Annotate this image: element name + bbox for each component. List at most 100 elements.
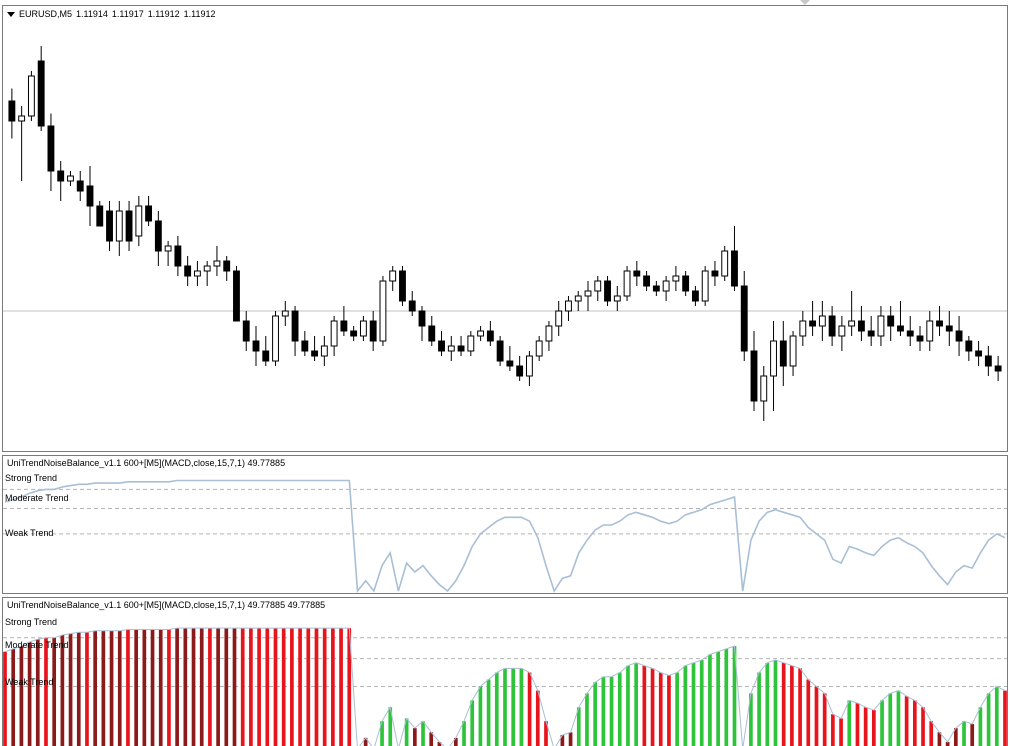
indicator-histogram-pane[interactable]: UniTrendNoiseBalance_v1.1 600+[M5](MACD,… xyxy=(2,597,1008,746)
candle-body xyxy=(994,365,1002,372)
candle-body xyxy=(731,250,738,287)
candle-body xyxy=(301,340,309,352)
candle-body xyxy=(125,210,133,242)
candle-body xyxy=(545,325,553,342)
candle-body xyxy=(897,325,904,332)
high-price: 1.11917 xyxy=(111,9,144,19)
indicator-line-chart[interactable] xyxy=(3,456,1007,593)
candle-body xyxy=(672,275,680,282)
candle-body xyxy=(164,245,172,252)
candle-body xyxy=(428,325,436,342)
candle-body xyxy=(799,320,807,337)
chart-title: EURUSD,M5 1.11914 1.11917 1.11912 1.11912 xyxy=(7,9,220,19)
indicator-line-pane[interactable]: UniTrendNoiseBalance_v1.1 600+[M5](MACD,… xyxy=(2,455,1008,594)
indicator2-title: UniTrendNoiseBalance_v1.1 600+[M5](MACD,… xyxy=(7,600,326,610)
candle-body xyxy=(496,340,504,362)
indicator1-level-weak: Weak Trend xyxy=(5,528,54,538)
candle-body xyxy=(574,295,582,302)
candle-body xyxy=(399,270,406,302)
candle-body xyxy=(457,345,465,352)
candle-body xyxy=(594,280,602,292)
candle-body xyxy=(711,270,719,277)
indicator2-level-weak: Weak Trend xyxy=(5,677,54,687)
candle-body xyxy=(867,330,875,337)
candle-body xyxy=(27,75,35,117)
indicator-series-line xyxy=(4,479,1006,593)
candle-body xyxy=(682,275,690,292)
candle-body xyxy=(320,345,328,357)
candle-body xyxy=(623,270,631,297)
candle-body xyxy=(96,205,104,227)
chart-menu-triangle-icon[interactable] xyxy=(7,12,15,18)
candle-body xyxy=(906,330,914,337)
candle-body xyxy=(8,100,16,122)
candle-body xyxy=(467,335,475,352)
candle-body xyxy=(408,300,416,312)
candle-body xyxy=(926,320,934,342)
candle-body xyxy=(252,340,260,352)
candle-body xyxy=(47,125,55,172)
price-chart-pane[interactable]: EURUSD,M5 1.11914 1.11917 1.11912 1.11912 xyxy=(2,5,1008,452)
candle-body xyxy=(418,310,426,327)
candle-body xyxy=(223,260,231,272)
candle-body xyxy=(945,325,953,332)
candle-body xyxy=(633,270,641,277)
candle-body xyxy=(838,325,846,337)
candle-body xyxy=(281,310,289,317)
candle-body xyxy=(818,315,826,327)
candle-body xyxy=(379,280,387,342)
candlestick-chart[interactable] xyxy=(3,6,1007,451)
candle-body xyxy=(789,335,797,367)
candle-body xyxy=(242,320,250,342)
candle-body xyxy=(701,270,709,302)
indicator-histogram-chart[interactable] xyxy=(3,598,1007,746)
candle-body xyxy=(369,320,377,342)
open-price: 1.11914 xyxy=(76,9,108,19)
candle-body xyxy=(106,210,113,242)
candle-body xyxy=(115,210,123,242)
candle-body xyxy=(565,300,572,312)
candle-body xyxy=(516,365,524,377)
candle-body xyxy=(857,320,865,332)
low-price: 1.11912 xyxy=(147,9,180,19)
candle-body xyxy=(213,260,221,267)
candle-body xyxy=(233,270,240,322)
candle-body xyxy=(770,340,777,377)
candle-body xyxy=(809,320,817,327)
candle-body xyxy=(57,170,65,182)
candle-body xyxy=(604,280,611,302)
candle-body xyxy=(721,250,729,277)
candle-body xyxy=(779,340,787,367)
candle-body xyxy=(740,285,748,352)
candle-body xyxy=(389,270,397,282)
candle-body xyxy=(340,320,348,332)
candle-body xyxy=(828,315,836,337)
candle-body xyxy=(272,315,279,362)
candle-body xyxy=(359,320,367,337)
candle-body xyxy=(984,355,992,367)
candle-body xyxy=(330,320,338,347)
candle-body xyxy=(184,265,192,277)
indicator2-level-strong: Strong Trend xyxy=(5,617,58,627)
candle-body xyxy=(555,310,563,327)
indicator2-level-moderate: Moderate Trend xyxy=(5,640,69,650)
candle-body xyxy=(887,315,895,327)
candle-body xyxy=(525,355,533,377)
candle-body xyxy=(535,340,543,357)
candle-body xyxy=(145,205,153,222)
candle-body xyxy=(652,285,660,292)
candle-body xyxy=(350,330,358,337)
candle-body xyxy=(584,290,592,297)
candle-body xyxy=(506,360,514,367)
candle-body xyxy=(154,220,162,252)
close-price: 1.11912 xyxy=(183,9,216,19)
candle-body xyxy=(662,280,670,292)
candle-body xyxy=(936,320,943,327)
candle-body xyxy=(67,175,74,182)
candle-body xyxy=(613,295,621,302)
candle-body xyxy=(203,265,211,272)
candle-body xyxy=(262,350,270,362)
candle-body xyxy=(447,345,455,352)
candle-body xyxy=(477,330,485,337)
candle-body xyxy=(965,340,973,352)
